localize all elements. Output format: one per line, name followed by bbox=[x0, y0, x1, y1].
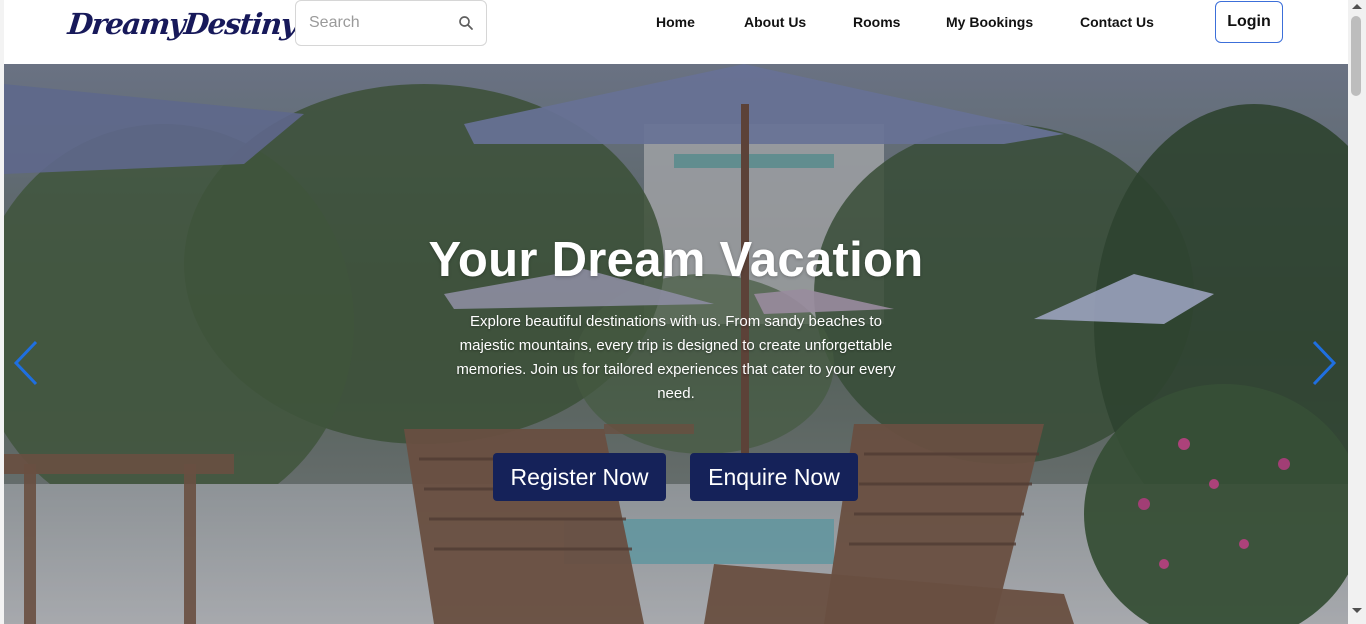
page: DreamyDestiny Home About Us Rooms My Boo… bbox=[0, 0, 1348, 624]
scrollbar-thumb[interactable] bbox=[1351, 16, 1361, 96]
nav-rooms[interactable]: Rooms bbox=[853, 13, 900, 31]
page-scrollbar[interactable] bbox=[1348, 0, 1366, 624]
scroll-up-icon[interactable] bbox=[1352, 4, 1362, 9]
hero-description: Explore beautiful destinations with us. … bbox=[456, 313, 896, 402]
register-now-button[interactable]: Register Now bbox=[493, 453, 666, 501]
nav-contact-us[interactable]: Contact Us bbox=[1080, 13, 1154, 31]
login-button[interactable]: Login bbox=[1215, 1, 1283, 43]
nav-about-us[interactable]: About Us bbox=[744, 13, 806, 31]
hero-carousel: Your Dream Vacation Explore beautiful de… bbox=[4, 64, 1348, 624]
hero-title: Your Dream Vacation bbox=[428, 233, 924, 287]
brand-logo[interactable]: DreamyDestiny bbox=[66, 4, 298, 44]
enquire-now-button[interactable]: Enquire Now bbox=[690, 453, 858, 501]
nav-my-bookings[interactable]: My Bookings bbox=[946, 13, 1033, 31]
search-icon[interactable] bbox=[457, 14, 475, 32]
chevron-left-icon[interactable] bbox=[12, 338, 40, 388]
search-box[interactable] bbox=[295, 0, 487, 46]
chevron-right-icon[interactable] bbox=[1310, 338, 1338, 388]
navbar: DreamyDestiny Home About Us Rooms My Boo… bbox=[4, 0, 1348, 64]
search-input[interactable] bbox=[297, 2, 447, 44]
nav-home[interactable]: Home bbox=[656, 13, 695, 31]
scroll-down-icon[interactable] bbox=[1352, 608, 1362, 613]
